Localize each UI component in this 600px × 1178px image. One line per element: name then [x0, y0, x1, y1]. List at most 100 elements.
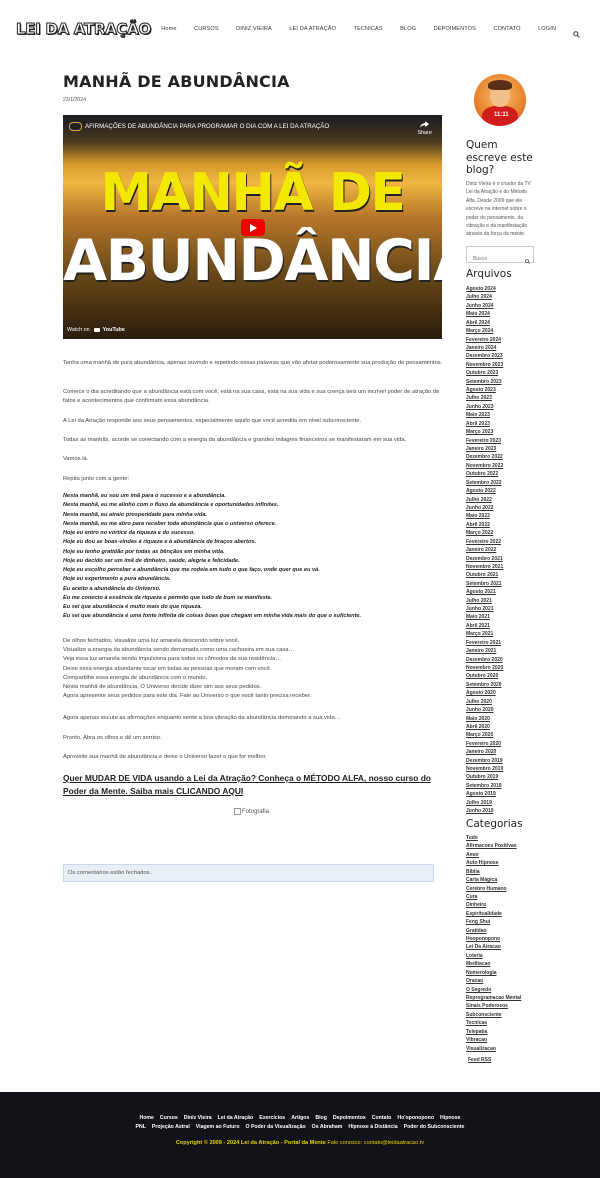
nav-lei-da-atracao[interactable]: LEI DA ATRAÇÃO: [289, 26, 336, 32]
category-link-gratidao[interactable]: Gratidao: [466, 927, 521, 935]
archive-link-outubro-2019[interactable]: Outubro 2019: [466, 773, 503, 781]
archive-link-setembro-2021[interactable]: Setembro 2021: [466, 580, 503, 588]
archive-link-junho-2024[interactable]: Junho 2024: [466, 302, 503, 310]
category-link-o-segredo[interactable]: O Segredo: [466, 986, 521, 994]
archive-link-julho-2020[interactable]: Julho 2020: [466, 698, 503, 706]
nav-blog[interactable]: BLOG: [400, 26, 416, 32]
archive-link-maio-2024[interactable]: Maio 2024: [466, 310, 503, 318]
archive-link-abril-2020[interactable]: Abril 2020: [466, 723, 503, 731]
category-link-cura[interactable]: Cura: [466, 893, 521, 901]
category-link-afirmacoes-positivas[interactable]: Afirmacoes Positivas: [466, 842, 521, 850]
footer-link-artigos[interactable]: Artigos: [291, 1115, 309, 1121]
archive-link-dezembro-2020[interactable]: Dezembro 2020: [466, 656, 503, 664]
archive-link-janeiro-2020[interactable]: Janeiro 2020: [466, 748, 503, 756]
category-link-carta-magica[interactable]: Carta Mágica: [466, 876, 521, 884]
footer-link-hipnose[interactable]: Hipnose: [440, 1115, 460, 1121]
archive-link-agosto-2022[interactable]: Agosto 2022: [466, 487, 503, 495]
archive-link-novembro-2022[interactable]: Novembro 2022: [466, 462, 503, 470]
archive-link-julho-2024[interactable]: Julho 2024: [466, 293, 503, 301]
footer-link-exercicios[interactable]: Exercícios: [259, 1115, 285, 1121]
footer-link-lei-da-atracao[interactable]: Lei da Atração: [218, 1115, 254, 1121]
category-link-espiritualidade[interactable]: Espiritualidade: [466, 910, 521, 918]
category-link-sinais-poderosos[interactable]: Sinais Poderosos: [466, 1002, 521, 1010]
archive-link-agosto-2021[interactable]: Agosto 2021: [466, 588, 503, 596]
archive-link-dezembro-2019[interactable]: Dezembro 2019: [466, 757, 503, 765]
category-link-subconsciente[interactable]: Subconsciente: [466, 1011, 521, 1019]
footer-link-pnl[interactable]: PNL: [136, 1124, 146, 1130]
footer-link-home[interactable]: Home: [140, 1115, 154, 1121]
search-icon[interactable]: [525, 251, 530, 264]
nav-cursos[interactable]: CURSOS: [194, 26, 219, 32]
archive-link-maio-2023[interactable]: Maio 2023: [466, 411, 503, 419]
nav-login[interactable]: LOGIN: [538, 26, 556, 32]
footer-link-o-poder-da-visualizacao[interactable]: O Poder da Visualização: [246, 1124, 306, 1130]
archive-link-fevereiro-2021[interactable]: Fevereiro 2021: [466, 639, 503, 647]
archive-link-outubro-2023[interactable]: Outubro 2023: [466, 369, 503, 377]
archive-link-julho-2022[interactable]: Julho 2022: [466, 496, 503, 504]
archive-link-dezembro-2022[interactable]: Dezembro 2022: [466, 453, 503, 461]
footer-link-projecao-astral[interactable]: Projeção Astral: [152, 1124, 190, 1130]
archive-link-dezembro-2023[interactable]: Dezembro 2023: [466, 352, 503, 360]
archive-link-agosto-2023[interactable]: Agosto 2023: [466, 386, 503, 394]
archive-link-maio-2020[interactable]: Maio 2020: [466, 715, 503, 723]
nav-diniz-vieira[interactable]: DINIZ VIEIRA: [236, 26, 272, 32]
feed-rss-link[interactable]: Feed RSS: [468, 1057, 491, 1063]
archive-link-maio-2022[interactable]: Maio 2022: [466, 512, 503, 520]
category-link-auto-hipnose[interactable]: Auto Hipnose: [466, 859, 521, 867]
category-link-tudo[interactable]: Tudo: [466, 834, 521, 842]
archive-link-abril-2022[interactable]: Abril 2022: [466, 521, 503, 529]
archive-link-setembro-2020[interactable]: Setembro 2020: [466, 681, 503, 689]
footer-link-poder-do-subconsciente[interactable]: Poder do Subconsciente: [404, 1124, 465, 1130]
archive-link-abril-2023[interactable]: Abril 2023: [466, 420, 503, 428]
archive-link-abril-2024[interactable]: Abril 2024: [466, 319, 503, 327]
archive-link-fevereiro-2023[interactable]: Fevereiro 2023: [466, 437, 503, 445]
archive-link-fevereiro-2020[interactable]: Fevereiro 2020: [466, 740, 503, 748]
footer-link-ho-oponopono[interactable]: Ho'oponopono: [397, 1115, 434, 1121]
archive-link-junho-2023[interactable]: Junho 2023: [466, 403, 503, 411]
channel-icon[interactable]: [69, 122, 82, 131]
archive-link-outubro-2021[interactable]: Outubro 2021: [466, 571, 503, 579]
nav-contato[interactable]: CONTATO: [493, 26, 520, 32]
archive-link-setembro-2023[interactable]: Setembro 2023: [466, 378, 503, 386]
archive-link-outubro-2020[interactable]: Outubro 2020: [466, 672, 503, 680]
archive-link-abril-2021[interactable]: Abril 2021: [466, 622, 503, 630]
archive-link-fevereiro-2024[interactable]: Fevereiro 2024: [466, 336, 503, 344]
nav-depoimentos[interactable]: DEPOIMENTOS: [434, 26, 476, 32]
archive-link-agosto-2019[interactable]: Agosto 2019: [466, 790, 503, 798]
watch-on-youtube[interactable]: Watch on YouTube: [67, 327, 125, 333]
archive-link-setembro-2022[interactable]: Setembro 2022: [466, 479, 503, 487]
video-embed[interactable]: AFIRMAÇÕES DE ABUNDÂNCIA PARA PROGRAMAR …: [63, 115, 442, 339]
category-link-loteria[interactable]: Loteria: [466, 952, 521, 960]
category-link-lei-da-atracao[interactable]: Lei Da Atracao: [466, 943, 521, 951]
archive-link-novembro-2021[interactable]: Novembro 2021: [466, 563, 503, 571]
archive-link-novembro-2019[interactable]: Novembro 2019: [466, 765, 503, 773]
archive-link-julho-2019[interactable]: Julho 2019: [466, 799, 503, 807]
site-logo[interactable]: LEI DA ATRAÇÃO: [16, 20, 152, 39]
archive-link-marco-2022[interactable]: Março 2022: [466, 529, 503, 537]
archive-link-janeiro-2024[interactable]: Janeiro 2024: [466, 344, 503, 352]
archive-link-setembro-2019[interactable]: Setembro 2019: [466, 782, 503, 790]
category-link-reprogramacao-mental[interactable]: Reprogramacao Mental: [466, 994, 521, 1002]
nav-home[interactable]: Home: [161, 26, 176, 32]
archive-link-janeiro-2022[interactable]: Janeiro 2022: [466, 546, 503, 554]
search-icon[interactable]: [573, 25, 580, 38]
archive-link-junho-2021[interactable]: Junho 2021: [466, 605, 503, 613]
archive-link-junho-2022[interactable]: Junho 2022: [466, 504, 503, 512]
share-button[interactable]: Share: [417, 121, 432, 136]
footer-link-viagem-ao-futuro[interactable]: Viagem ao Futuro: [196, 1124, 240, 1130]
archive-link-dezembro-2021[interactable]: Dezembro 2021: [466, 555, 503, 563]
category-link-dinheiro[interactable]: Dinheiro: [466, 901, 521, 909]
category-link-hooponopono[interactable]: Hooponopono: [466, 935, 521, 943]
archive-link-marco-2023[interactable]: Março 2023: [466, 428, 503, 436]
video-title[interactable]: AFIRMAÇÕES DE ABUNDÂNCIA PARA PROGRAMAR …: [85, 123, 329, 130]
archive-link-novembro-2020[interactable]: Novembro 2020: [466, 664, 503, 672]
archive-link-janeiro-2023[interactable]: Janeiro 2023: [466, 445, 503, 453]
archive-link-junho-2019[interactable]: Junho 2019: [466, 807, 503, 815]
category-link-feng-shui[interactable]: Feng Shui: [466, 918, 521, 926]
archive-link-julho-2023[interactable]: Julho 2023: [466, 394, 503, 402]
play-button[interactable]: [241, 219, 265, 236]
archive-link-agosto-2020[interactable]: Agosto 2020: [466, 689, 503, 697]
archive-link-outubro-2022[interactable]: Outubro 2022: [466, 470, 503, 478]
category-link-oracao[interactable]: Oracao: [466, 977, 521, 985]
nav-tecnicas[interactable]: TECNICAS: [354, 26, 383, 32]
